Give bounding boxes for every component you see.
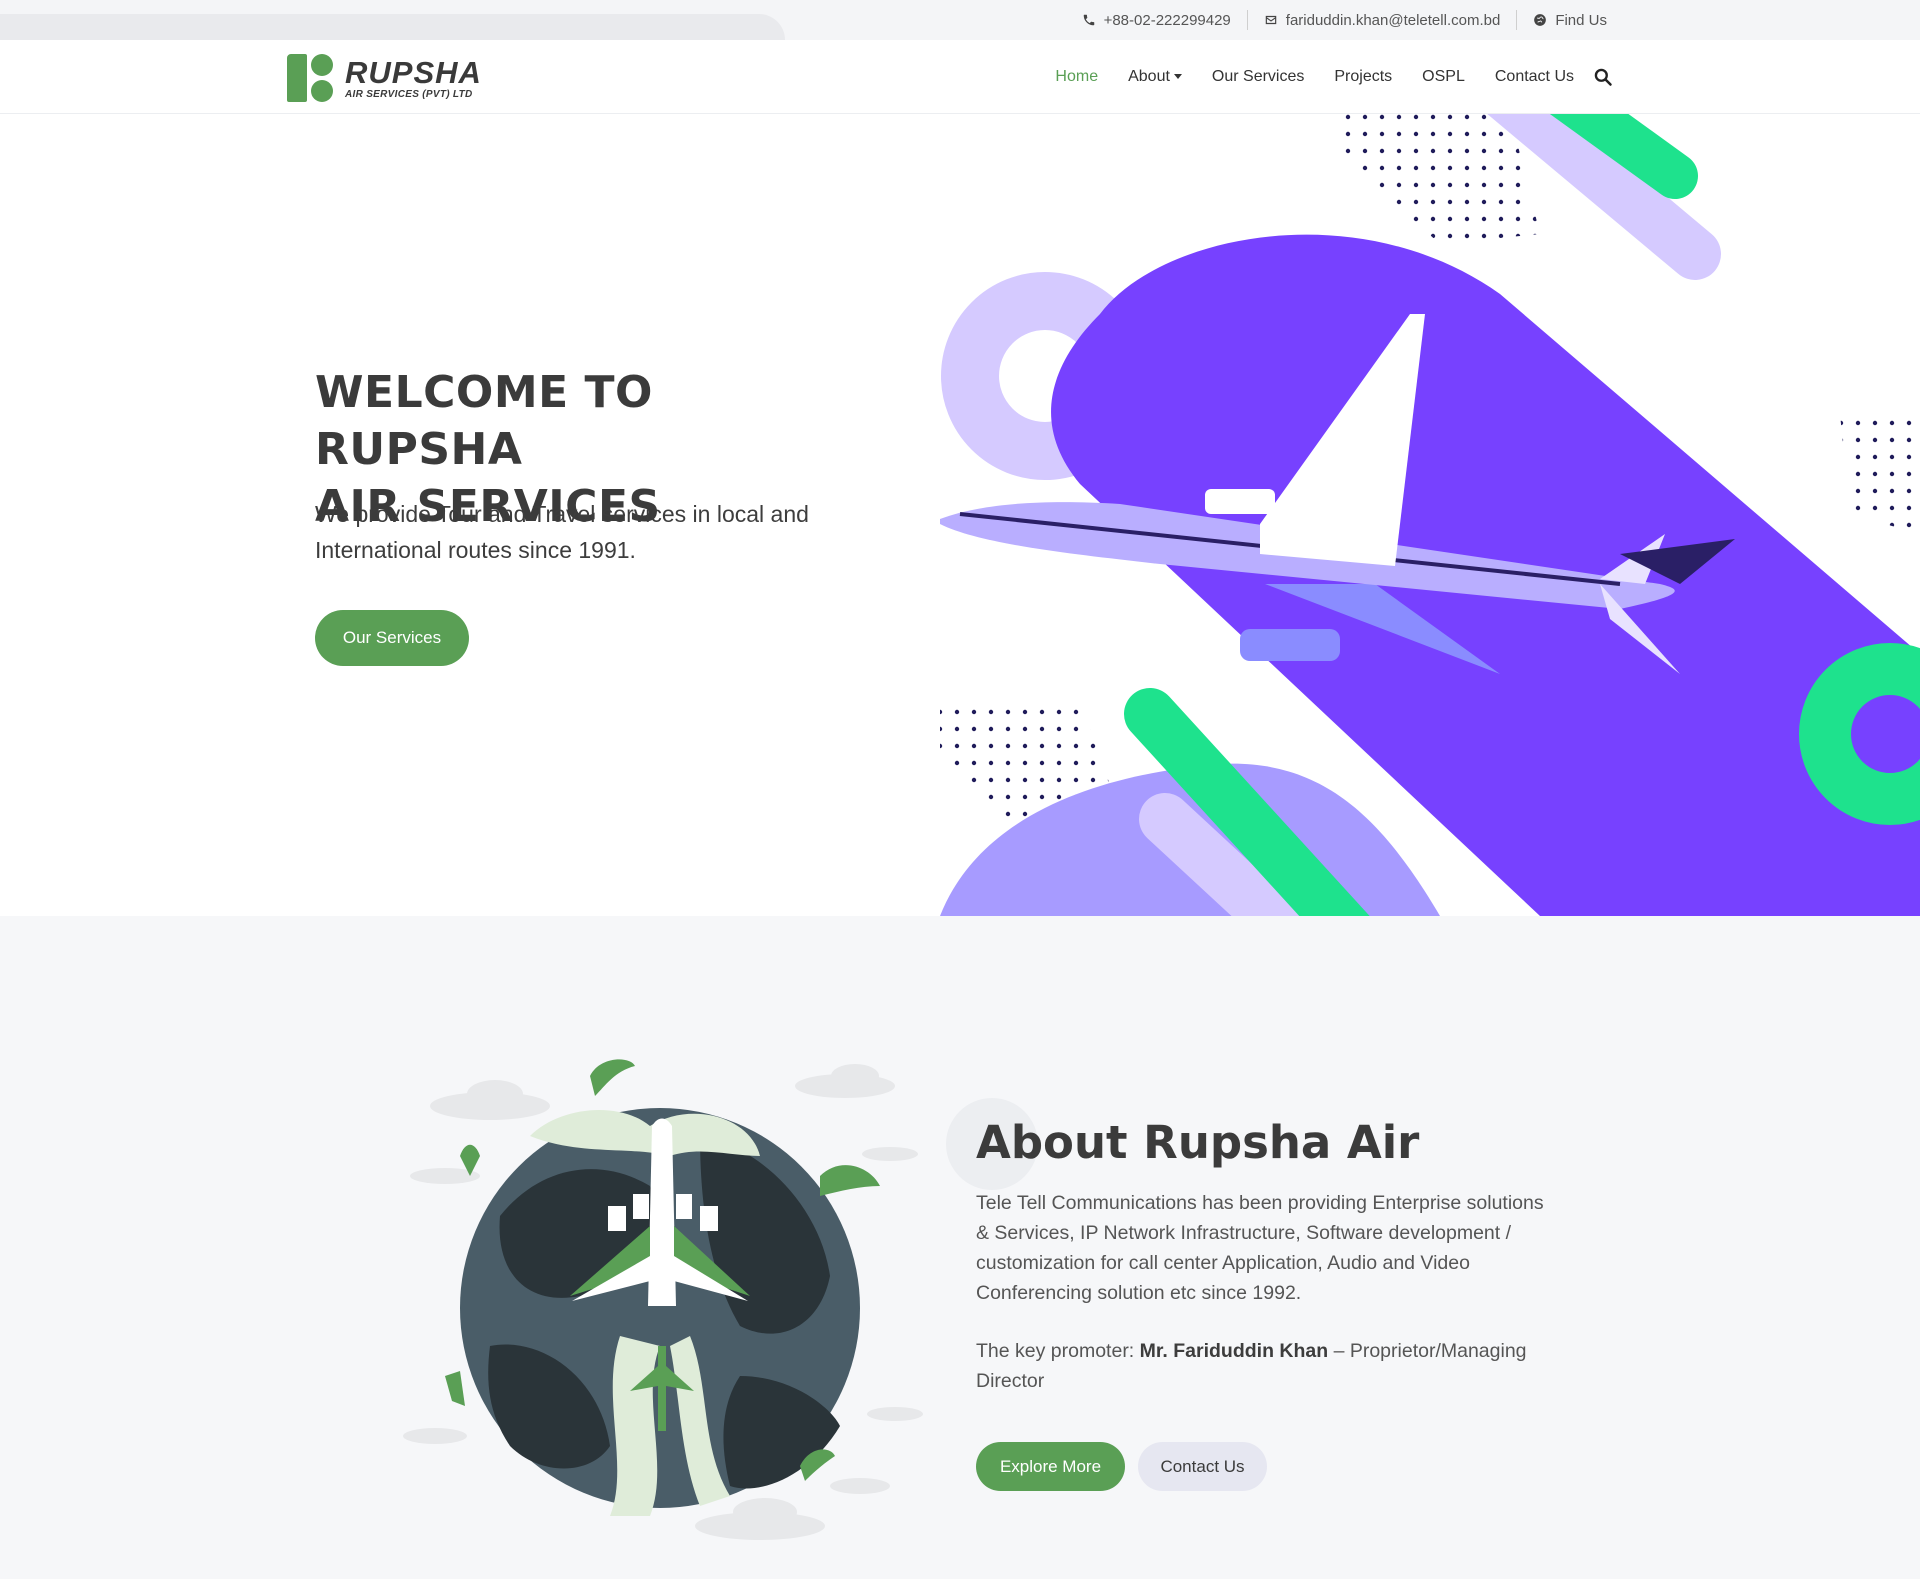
main-navbar: RUPSHA AIR SERVICES (PVT) LTD Home About…	[0, 40, 1920, 114]
globe-airplane-illustration	[403, 1059, 923, 1540]
our-services-button[interactable]: Our Services	[315, 610, 469, 666]
hero-section: WELCOME TO RUPSHA AIR SERVICES We provid…	[0, 114, 1920, 916]
nav-about-label: About	[1128, 68, 1170, 85]
phone-info[interactable]: +88-02-222299429	[1066, 10, 1247, 30]
nav-about[interactable]: About	[1128, 68, 1182, 86]
logo-mark	[287, 52, 335, 104]
nav-projects[interactable]: Projects	[1334, 68, 1392, 86]
nav-home[interactable]: Home	[1055, 68, 1098, 86]
email-info[interactable]: fariduddin.khan@teletell.com.bd	[1246, 10, 1517, 30]
hero-subtitle: We provide Tour and Travel services in l…	[315, 501, 809, 563]
contact-info: +88-02-222299429 fariduddin.khan@teletel…	[1066, 0, 1623, 40]
about-promoter: The key promoter: Mr. Fariduddin Khan – …	[976, 1336, 1546, 1396]
promoter-prefix: The key promoter:	[976, 1340, 1135, 1362]
find-us-text: Find Us	[1555, 11, 1607, 29]
about-description: Tele Tell Communications has been provid…	[976, 1192, 1544, 1304]
dot-pattern	[1840, 414, 1920, 534]
dot-pattern	[1340, 114, 1540, 244]
nav-contact-us[interactable]: Contact Us	[1495, 68, 1574, 86]
phone-text: +88-02-222299429	[1103, 11, 1231, 29]
email-text: fariduddin.khan@teletell.com.bd	[1285, 11, 1501, 29]
globe-icon	[1534, 14, 1547, 26]
promoter-name: Mr. Fariduddin Khan	[1139, 1340, 1329, 1362]
airplane-illustration	[940, 114, 1920, 916]
about-section: About Rupsha Air Tele Tell Communication…	[0, 916, 1920, 1579]
search-icon[interactable]	[1593, 67, 1613, 87]
nav-ospl[interactable]: OSPL	[1422, 68, 1465, 86]
nav-menu: Home About Our Services Projects OSPL Co…	[1055, 40, 1574, 114]
nav-our-services[interactable]: Our Services	[1212, 68, 1304, 86]
decorative-tab-shape	[0, 14, 785, 40]
about-title: About Rupsha Air	[976, 1116, 1420, 1169]
find-us-link[interactable]: Find Us	[1516, 10, 1623, 30]
logo-text: RUPSHA AIR SERVICES (PVT) LTD	[345, 54, 482, 100]
explore-more-button[interactable]: Explore More	[976, 1442, 1125, 1491]
brand-name: RUPSHA	[345, 54, 482, 90]
phone-icon	[1083, 14, 1094, 26]
caret-down-icon	[1173, 74, 1182, 80]
brand-subtitle: AIR SERVICES (PVT) LTD	[345, 88, 473, 100]
brand-logo[interactable]: RUPSHA AIR SERVICES (PVT) LTD	[287, 50, 507, 106]
envelope-icon	[1265, 15, 1277, 25]
top-info-bar: +88-02-222299429 fariduddin.khan@teletel…	[0, 0, 1920, 40]
contact-us-button[interactable]: Contact Us	[1138, 1442, 1267, 1491]
hero-title-line1: WELCOME TO RUPSHA	[315, 367, 653, 475]
